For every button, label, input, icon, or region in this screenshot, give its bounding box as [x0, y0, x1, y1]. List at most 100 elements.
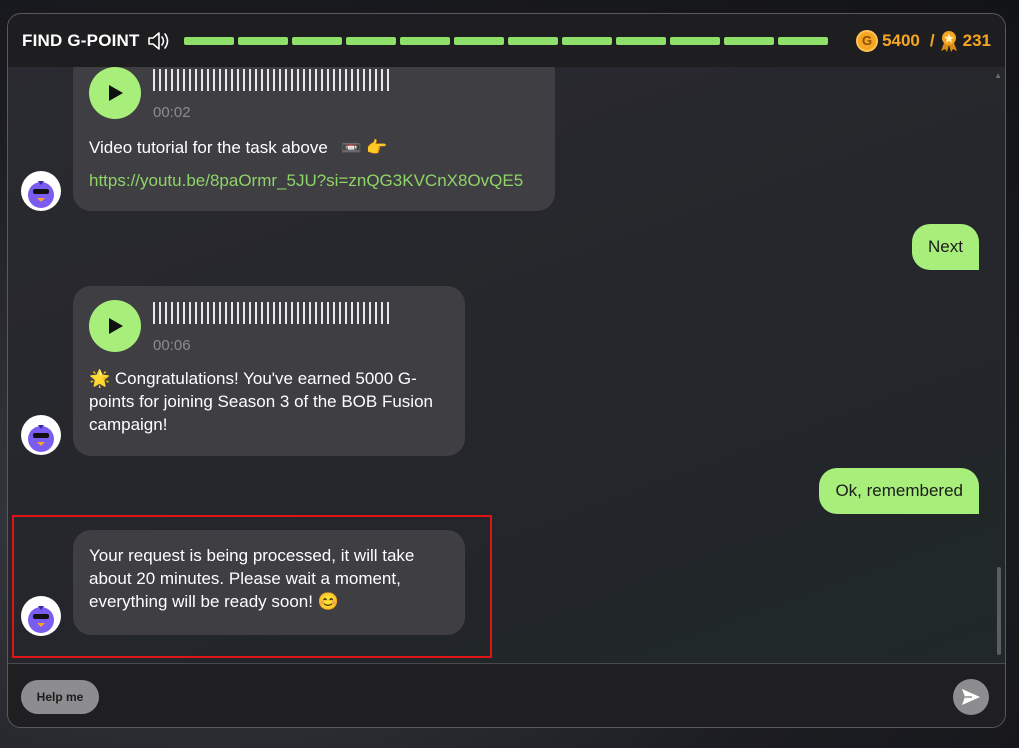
help-me-button[interactable]: Help me — [21, 680, 99, 714]
waveform-bar — [213, 302, 215, 324]
send-icon — [962, 689, 980, 705]
waveform-bar — [207, 302, 209, 324]
waveform-bar — [315, 302, 317, 324]
waveform-bar — [273, 69, 275, 91]
waveform-bar — [285, 302, 287, 324]
header: FIND G-POINT G 5400 / 231 — [8, 14, 1005, 67]
waveform-bar — [357, 69, 359, 91]
waveform-bar — [213, 69, 215, 91]
scroll-up-arrow-icon[interactable]: ▲ — [994, 71, 1002, 80]
waveform-bar — [153, 69, 155, 91]
waveform-bar — [255, 69, 257, 91]
play-button[interactable] — [89, 67, 141, 119]
audio-duration: 00:06 — [153, 337, 191, 354]
progress-segment — [345, 36, 396, 45]
bot-message: 00:06 🌟 Congratulations! You've earned 5… — [73, 286, 465, 456]
waveform-bar — [387, 302, 389, 324]
waveform-bar — [387, 69, 389, 91]
emoji: 📼 👉 — [340, 138, 388, 157]
progress-segment — [723, 36, 774, 45]
waveform-bar — [189, 69, 191, 91]
progress-segment — [507, 36, 558, 45]
waveform-bar — [339, 69, 341, 91]
audio-waveform — [153, 302, 389, 324]
waveform-bar — [351, 302, 353, 324]
waveform-bar — [171, 69, 173, 91]
waveform-bar — [381, 302, 383, 324]
points-value: 5400 — [882, 30, 920, 50]
emoji: 🌟 — [89, 369, 111, 388]
waveform-bar — [165, 69, 167, 91]
waveform-bar — [381, 69, 383, 91]
waveform-bar — [177, 302, 179, 324]
waveform-bar — [243, 302, 245, 324]
play-button[interactable] — [89, 300, 141, 352]
waveform-bar — [339, 302, 341, 324]
progress-bar — [183, 36, 828, 45]
waveform-bar — [255, 302, 257, 324]
waveform-bar — [375, 302, 377, 324]
medal-icon — [940, 30, 957, 52]
waveform-bar — [183, 302, 185, 324]
waveform-bar — [249, 69, 251, 91]
waveform-bar — [237, 302, 239, 324]
bird-avatar-icon — [28, 425, 54, 452]
waveform-bar — [303, 69, 305, 91]
bot-avatar — [21, 171, 61, 211]
waveform-bar — [297, 69, 299, 91]
waveform-bar — [363, 69, 365, 91]
speaker-icon[interactable] — [146, 30, 170, 52]
bot-message: Your request is being processed, it will… — [73, 530, 465, 635]
waveform-bar — [345, 69, 347, 91]
bird-avatar-icon — [28, 181, 54, 208]
send-button[interactable] — [953, 679, 989, 715]
message-list[interactable]: ▲ 00:02 Video tutorial for the task abov… — [8, 67, 1005, 663]
bird-avatar-icon — [28, 606, 54, 633]
waveform-bar — [195, 302, 197, 324]
waveform-bar — [153, 302, 155, 324]
message-text: Your request is being processed, it will… — [89, 546, 415, 611]
progress-segment — [237, 36, 288, 45]
waveform-bar — [231, 302, 233, 324]
waveform-bar — [183, 69, 185, 91]
progress-segment — [669, 36, 720, 45]
waveform-bar — [357, 302, 359, 324]
scrollbar[interactable] — [997, 567, 1001, 655]
waveform-bar — [309, 302, 311, 324]
waveform-bar — [231, 69, 233, 91]
waveform-bar — [297, 302, 299, 324]
waveform-bar — [225, 69, 227, 91]
waveform-bar — [333, 69, 335, 91]
waveform-bar — [309, 69, 311, 91]
waveform-bar — [189, 302, 191, 324]
progress-segment — [399, 36, 450, 45]
waveform-bar — [279, 302, 281, 324]
progress-segment — [453, 36, 504, 45]
waveform-bar — [219, 69, 221, 91]
waveform-bar — [369, 302, 371, 324]
stats: G 5400 / 231 — [856, 29, 991, 52]
waveform-bar — [303, 302, 305, 324]
waveform-bar — [219, 302, 221, 324]
chat-window: FIND G-POINT G 5400 / 231 ▲ 00:02 Video … — [7, 13, 1006, 728]
tutorial-link[interactable]: https://youtu.be/8paOrmr_5JU?si=znQG3KVC… — [89, 169, 539, 192]
waveform-bar — [291, 302, 293, 324]
waveform-bar — [267, 302, 269, 324]
waveform-bar — [327, 302, 329, 324]
waveform-bar — [159, 302, 161, 324]
waveform-bar — [333, 302, 335, 324]
waveform-bar — [249, 302, 251, 324]
waveform-bar — [207, 69, 209, 91]
progress-segment — [615, 36, 666, 45]
waveform-bar — [225, 302, 227, 324]
user-message: Ok, remembered — [819, 468, 979, 514]
stats-separator: / — [929, 30, 935, 50]
waveform-bar — [345, 302, 347, 324]
waveform-bar — [261, 302, 263, 324]
audio-waveform — [153, 69, 389, 91]
waveform-bar — [195, 69, 197, 91]
waveform-bar — [369, 69, 371, 91]
audio-player: 00:06 — [89, 300, 449, 357]
waveform-bar — [201, 69, 203, 91]
waveform-bar — [321, 69, 323, 91]
